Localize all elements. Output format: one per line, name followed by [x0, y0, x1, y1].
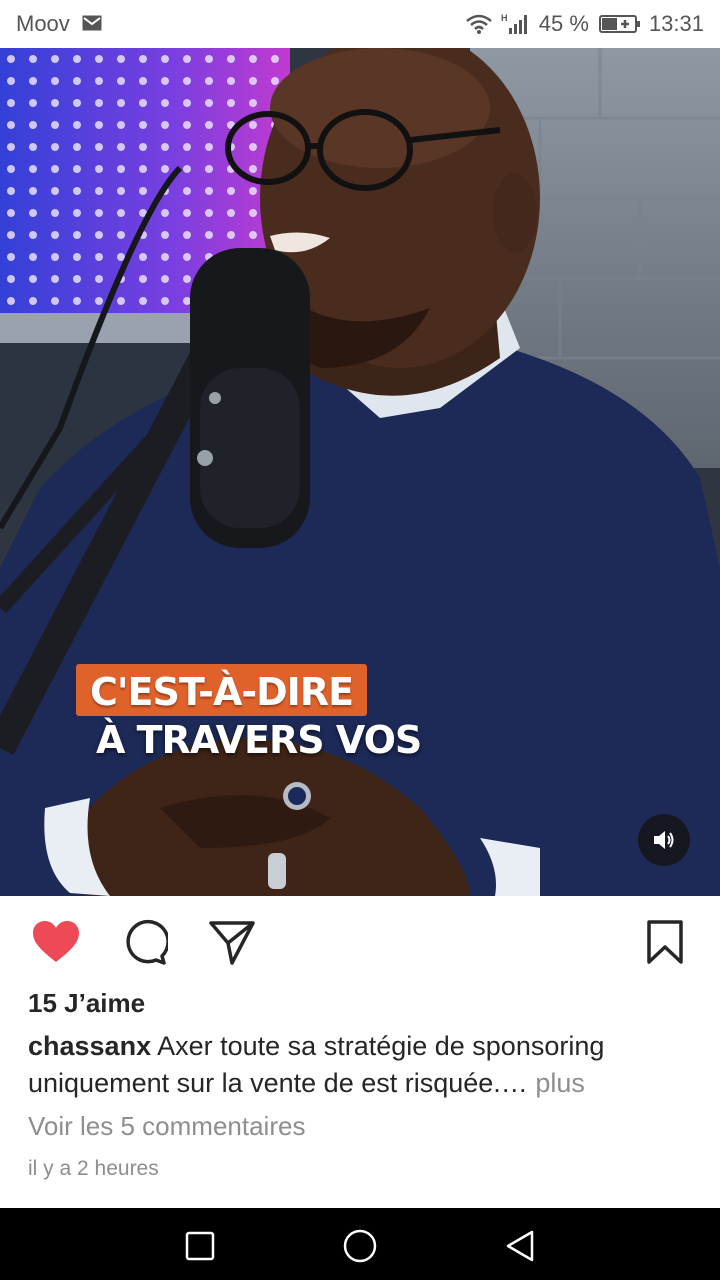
recents-button[interactable] — [180, 1226, 220, 1266]
status-bar: Moov H 45 % 13:31 — [0, 0, 720, 48]
bookmark-icon — [647, 920, 683, 964]
caption-line-1: C'EST-À-DIRE — [76, 664, 368, 716]
carrier-name: Moov — [16, 11, 70, 36]
bookmark-button[interactable] — [640, 918, 690, 966]
share-icon — [209, 921, 255, 965]
home-button[interactable] — [340, 1226, 380, 1266]
battery-icon — [598, 15, 640, 33]
comment-icon — [126, 919, 168, 965]
comment-button[interactable] — [119, 918, 169, 966]
svg-text:H: H — [501, 13, 508, 23]
post-actions — [0, 896, 720, 986]
post-video[interactable]: C'EST-À-DIRE À TRAVERS VOS — [0, 48, 720, 896]
more-link[interactable]: plus — [535, 1068, 585, 1098]
clock: 13:31 — [648, 11, 704, 36]
wifi-icon — [465, 14, 492, 34]
battery-percent: 45 % — [538, 11, 589, 36]
signal-icon: H — [501, 13, 527, 34]
sound-toggle-button[interactable] — [638, 814, 690, 866]
heart-icon — [33, 921, 79, 962]
video-frame — [0, 48, 720, 896]
view-comments-link[interactable]: Voir les 5 commentaires — [28, 1111, 305, 1142]
like-button[interactable] — [31, 918, 81, 966]
post-timestamp: il y a 2 heures — [28, 1157, 159, 1180]
back-icon — [506, 1230, 534, 1262]
post-caption: chassanx Axer toute sa stratégie de spon… — [28, 1028, 668, 1102]
username-link[interactable]: chassanx — [28, 1031, 151, 1061]
video-caption: C'EST-À-DIRE À TRAVERS VOS — [76, 664, 422, 762]
speaker-icon — [654, 831, 674, 849]
caption-line-2: À TRAVERS VOS — [96, 718, 422, 762]
likes-count[interactable]: 15 J’aime — [28, 988, 145, 1019]
recents-icon — [185, 1231, 215, 1261]
back-button[interactable] — [500, 1226, 540, 1266]
navigation-bar — [0, 1208, 720, 1280]
share-button[interactable] — [207, 918, 257, 966]
mail-icon — [82, 15, 102, 31]
home-icon — [343, 1229, 377, 1263]
